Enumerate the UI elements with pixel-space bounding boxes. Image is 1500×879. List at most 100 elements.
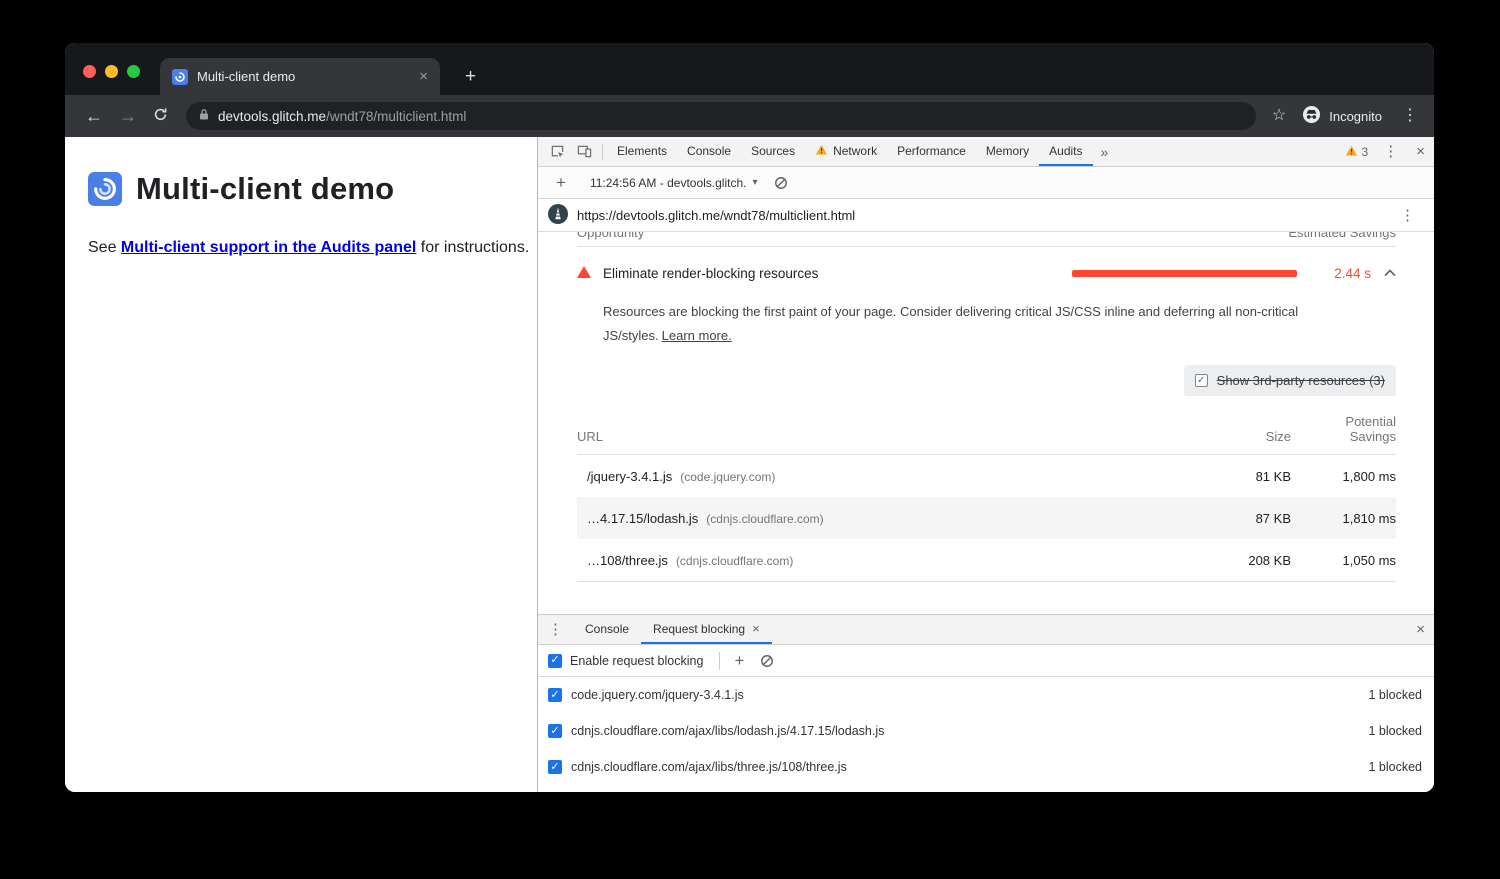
browser-window: Multi-client demo × + ← → devtools.glitc… (65, 43, 1434, 792)
warning-icon (1345, 145, 1358, 159)
more-tabs-icon[interactable]: » (1093, 144, 1117, 160)
devtools-close-icon[interactable]: × (1407, 144, 1434, 159)
resource-url: /jquery-3.4.1.js (587, 469, 672, 484)
address-bar[interactable]: devtools.glitch.me/wndt78/multiclient.ht… (186, 102, 1256, 130)
pattern-checkbox[interactable]: ✓ (548, 724, 562, 738)
reload-icon[interactable] (145, 103, 176, 129)
blocked-pattern-row[interactable]: ✓ code.jquery.com/jquery-3.4.1.js 1 bloc… (538, 677, 1434, 713)
tab-network[interactable]: Network (805, 137, 887, 166)
report-url: https://devtools.glitch.me/wndt78/multic… (577, 208, 1391, 223)
pattern-checkbox[interactable]: ✓ (548, 688, 562, 702)
table-header: URL Size Potential Savings (577, 408, 1396, 455)
third-party-filter[interactable]: ✓ Show 3rd-party resources (3) (1184, 365, 1396, 396)
traffic-lights (83, 65, 140, 78)
device-toolbar-icon[interactable] (571, 144, 598, 159)
resource-size: 87 KB (1201, 511, 1291, 526)
close-window-button[interactable] (83, 65, 96, 78)
enable-blocking-checkbox[interactable]: ✓ (548, 654, 562, 668)
opportunity-title: Eliminate render-blocking resources (603, 266, 1072, 281)
blocked-pattern-row[interactable]: ✓ cdnjs.cloudflare.com/ajax/libs/lodash.… (538, 713, 1434, 749)
clear-audits-icon[interactable] (774, 176, 788, 190)
browser-tab[interactable]: Multi-client demo × (160, 58, 440, 95)
screenshot-root: Multi-client demo × + ← → devtools.glitc… (0, 0, 1500, 879)
tab-performance[interactable]: Performance (887, 137, 976, 166)
intro-prefix: See (88, 239, 121, 256)
tab-title: Multi-client demo (197, 69, 419, 84)
remove-all-patterns-icon[interactable] (760, 654, 774, 668)
report-menu-icon[interactable]: ⋮ (1391, 208, 1424, 223)
enable-blocking-label: Enable request blocking (570, 654, 703, 668)
resource-savings: 1,050 ms (1316, 553, 1396, 568)
resource-host: (cdnjs.cloudflare.com) (706, 512, 823, 526)
drawer-menu-icon[interactable]: ⋮ (538, 622, 573, 637)
resource-savings: 1,800 ms (1316, 469, 1396, 484)
minimize-window-button[interactable] (105, 65, 118, 78)
blocked-count: 1 blocked (1368, 688, 1422, 702)
forward-icon[interactable]: → (111, 103, 145, 129)
devtools-tabbar: Elements Console Sources Network Perform… (538, 137, 1434, 167)
network-warning-icon (815, 144, 828, 158)
devtools-panel: Elements Console Sources Network Perform… (537, 137, 1434, 792)
page-header: Multi-client demo (88, 171, 537, 207)
new-audit-icon[interactable]: + (548, 174, 574, 191)
audit-run-label: 11:24:56 AM - devtools.glitch. (590, 176, 747, 190)
savings-value: 2.44 s (1315, 266, 1371, 281)
column-potential-savings: Potential Savings (1316, 414, 1396, 444)
table-row: …108/three.js(cdnjs.cloudflare.com) 208 … (577, 539, 1396, 581)
drawer-close-icon[interactable]: × (1407, 622, 1434, 637)
tab-sources[interactable]: Sources (741, 137, 805, 166)
blocked-count: 1 blocked (1368, 760, 1422, 774)
back-icon[interactable]: ← (77, 103, 111, 129)
column-size: Size (1201, 429, 1291, 444)
resource-savings: 1,810 ms (1316, 511, 1396, 526)
add-pattern-icon[interactable]: + (726, 652, 752, 669)
table-row: …4.17.15/lodash.js(cdnjs.cloudflare.com)… (577, 497, 1396, 539)
drawer-tab-request-blocking[interactable]: Request blocking × (641, 615, 772, 644)
pattern-text: code.jquery.com/jquery-3.4.1.js (571, 688, 1368, 702)
column-url: URL (577, 429, 1201, 444)
third-party-checkbox[interactable]: ✓ (1195, 374, 1208, 387)
new-tab-button[interactable]: + (457, 65, 484, 88)
zoom-window-button[interactable] (127, 65, 140, 78)
inspect-element-icon[interactable] (544, 144, 571, 159)
warning-counter[interactable]: 3 (1339, 145, 1375, 159)
pattern-text: cdnjs.cloudflare.com/ajax/libs/three.js/… (571, 760, 1368, 774)
drawer-tab-close-icon[interactable]: × (752, 621, 760, 636)
blocked-count: 1 blocked (1368, 724, 1422, 738)
devtools-drawer: ⋮ Console Request blocking × × ✓ Enable … (538, 614, 1434, 792)
warning-count: 3 (1362, 145, 1369, 159)
pattern-checkbox[interactable]: ✓ (548, 760, 562, 774)
audit-run-select[interactable]: 11:24:56 AM - devtools.glitch. ▾ (590, 176, 758, 190)
devtools-menu-icon[interactable]: ⋮ (1374, 144, 1407, 159)
fail-triangle-icon (577, 266, 591, 281)
url-path: /wndt78/multiclient.html (326, 109, 466, 124)
audits-toolbar: + 11:24:56 AM - devtools.glitch. ▾ (538, 167, 1434, 199)
browser-menu-icon[interactable]: ⋮ (1392, 108, 1422, 124)
tab-console[interactable]: Console (677, 137, 741, 166)
learn-more-link[interactable]: Learn more. (662, 328, 732, 343)
tab-audits[interactable]: Audits (1039, 137, 1092, 166)
audits-support-link[interactable]: Multi-client support in the Audits panel (121, 239, 416, 256)
resources-table: URL Size Potential Savings /jquery-3.4.1… (577, 408, 1396, 582)
toolbar-separator (602, 144, 603, 160)
audits-report: Opportunity Estimated Savings Eliminate … (538, 232, 1434, 614)
blocked-pattern-row[interactable]: ✓ cdnjs.cloudflare.com/ajax/libs/three.j… (538, 749, 1434, 785)
resource-host: (cdnjs.cloudflare.com) (676, 554, 793, 568)
collapse-chevron-icon[interactable] (1384, 269, 1396, 277)
opportunity-row[interactable]: Eliminate render-blocking resources 2.44… (577, 256, 1396, 290)
tab-close-icon[interactable]: × (419, 69, 428, 84)
url-host: devtools.glitch.me (218, 109, 326, 124)
intro-suffix: for instructions. (416, 239, 529, 256)
resource-size: 81 KB (1201, 469, 1291, 484)
third-party-filter-label: Show 3rd-party resources (3) (1217, 373, 1385, 388)
filter-row: ✓ Show 3rd-party resources (3) (577, 365, 1396, 396)
request-blocking-toolbar: ✓ Enable request blocking + (538, 645, 1434, 677)
browser-titlebar: Multi-client demo × + (65, 43, 1434, 95)
resource-host: (code.jquery.com) (680, 470, 775, 484)
pattern-text: cdnjs.cloudflare.com/ajax/libs/lodash.js… (571, 724, 1368, 738)
tab-elements[interactable]: Elements (607, 137, 677, 166)
bookmark-star-icon[interactable]: ☆ (1266, 108, 1292, 124)
chevron-down-icon: ▾ (752, 177, 757, 188)
tab-memory[interactable]: Memory (976, 137, 1039, 166)
drawer-tab-console[interactable]: Console (573, 615, 641, 644)
